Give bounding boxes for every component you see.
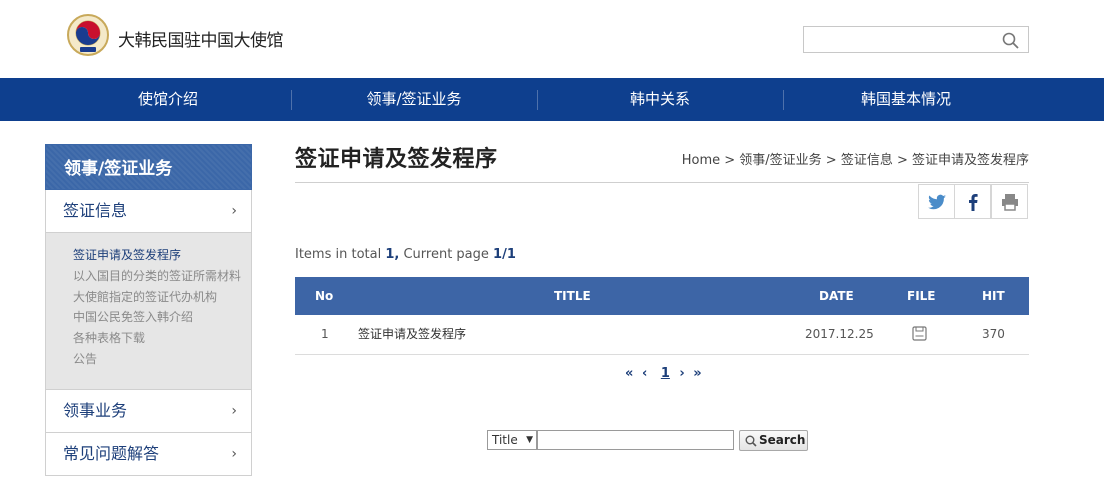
submenu-item-visa-documents[interactable]: 以入国目的分类的签证所需材料: [73, 266, 251, 287]
search-button-label: Search: [759, 433, 806, 447]
counter-prefix: Items in total: [295, 247, 386, 262]
twitter-icon: [928, 194, 946, 210]
column-header-hit: HIT: [982, 289, 1005, 303]
site-search-input[interactable]: [803, 26, 1029, 53]
sidebar-item-label: 常见问题解答: [63, 444, 160, 463]
page-title: 签证申请及签发程序: [295, 147, 498, 172]
chevron-right-icon: ›: [231, 403, 237, 419]
sidebar-item-visa-info[interactable]: 签证信息 ›: [45, 190, 252, 233]
magnifier-icon: [745, 435, 757, 447]
breadcrumb[interactable]: Home > 领事/签证业务 > 签证信息 > 签证申请及签发程序: [682, 149, 1029, 168]
row-date: 2017.12.25: [805, 327, 874, 341]
row-no: 1: [321, 327, 329, 341]
table-header: No TITLE DATE FILE HIT: [295, 277, 1029, 315]
prev-page-button[interactable]: ‹: [642, 366, 647, 381]
submenu-item-visa-agencies[interactable]: 大使館指定的签证代办机构: [73, 287, 251, 308]
submenu-item-notices[interactable]: 公告: [73, 349, 251, 370]
sidebar-submenu: 签证申请及签发程序 以入国目的分类的签证所需材料 大使館指定的签证代办机构 中国…: [45, 233, 252, 390]
counter-middle: Current page: [399, 247, 494, 262]
column-header-no: No: [315, 289, 334, 303]
last-page-button[interactable]: »: [693, 366, 701, 381]
sidebar-item-faq[interactable]: 常见问题解答 ›: [45, 433, 252, 476]
board-search-input[interactable]: [537, 430, 734, 450]
chevron-right-icon: ›: [231, 203, 237, 219]
counter-page: 1/1: [493, 247, 516, 262]
main-nav: 使馆介绍 领事/签证业务 韩中关系 韩国基本情况: [0, 78, 1104, 121]
select-value: Title: [492, 433, 518, 447]
print-button[interactable]: [991, 184, 1028, 219]
embassy-emblem-logo[interactable]: [66, 13, 110, 57]
nav-item-korea-china-relations[interactable]: 韩中关系: [537, 78, 783, 121]
nav-item-korea-basic-info[interactable]: 韩国基本情况: [783, 78, 1029, 121]
title-divider: [295, 182, 1029, 183]
sidebar-item-consular-affairs[interactable]: 领事业务 ›: [45, 390, 252, 433]
submenu-item-visa-free-entry[interactable]: 中国公民免签入韩介绍: [73, 307, 251, 328]
sidebar-item-label: 签证信息: [63, 201, 128, 220]
chevron-right-icon: ›: [231, 446, 237, 462]
file-icon[interactable]: [912, 326, 927, 341]
sidebar-heading: 领事/签证业务: [45, 144, 252, 190]
column-header-file: FILE: [907, 289, 936, 303]
sidebar-item-label: 领事业务: [63, 401, 128, 420]
counter-total: 1,: [385, 247, 400, 262]
nav-item-consular-visa[interactable]: 领事/签证业务: [291, 78, 537, 121]
row-title-link[interactable]: 签证申请及签发程序: [358, 315, 466, 354]
row-hit: 370: [982, 327, 1005, 341]
submenu-item-visa-procedure[interactable]: 签证申请及签发程序: [73, 245, 251, 266]
site-title[interactable]: 大韩民国驻中国大使馆: [118, 26, 284, 51]
submenu-item-forms-download[interactable]: 各种表格下载: [73, 328, 251, 349]
sidebar: 领事/签证业务 签证信息 › 签证申请及签发程序 以入国目的分类的签证所需材料 …: [45, 144, 252, 476]
column-header-date: DATE: [819, 289, 854, 303]
table-row[interactable]: 1 签证申请及签发程序 2017.12.25 370: [295, 315, 1029, 355]
pagination: « ‹ 1 › »: [625, 366, 706, 381]
search-button[interactable]: Search: [739, 430, 808, 451]
dropdown-arrow-icon: ▼: [526, 435, 533, 445]
facebook-icon: [969, 194, 978, 211]
items-counter: Items in total 1, Current page 1/1: [295, 247, 516, 262]
first-page-button[interactable]: «: [625, 366, 633, 381]
search-field-select[interactable]: Title ▼: [487, 430, 537, 450]
current-page-link[interactable]: 1: [661, 366, 670, 381]
nav-item-embassy-intro[interactable]: 使馆介绍: [45, 78, 291, 121]
search-icon[interactable]: [1002, 32, 1019, 49]
column-header-title: TITLE: [554, 289, 591, 303]
facebook-share-button[interactable]: [954, 184, 991, 219]
twitter-share-button[interactable]: [918, 184, 955, 219]
print-icon: [1002, 194, 1018, 211]
next-page-button[interactable]: ›: [679, 366, 684, 381]
